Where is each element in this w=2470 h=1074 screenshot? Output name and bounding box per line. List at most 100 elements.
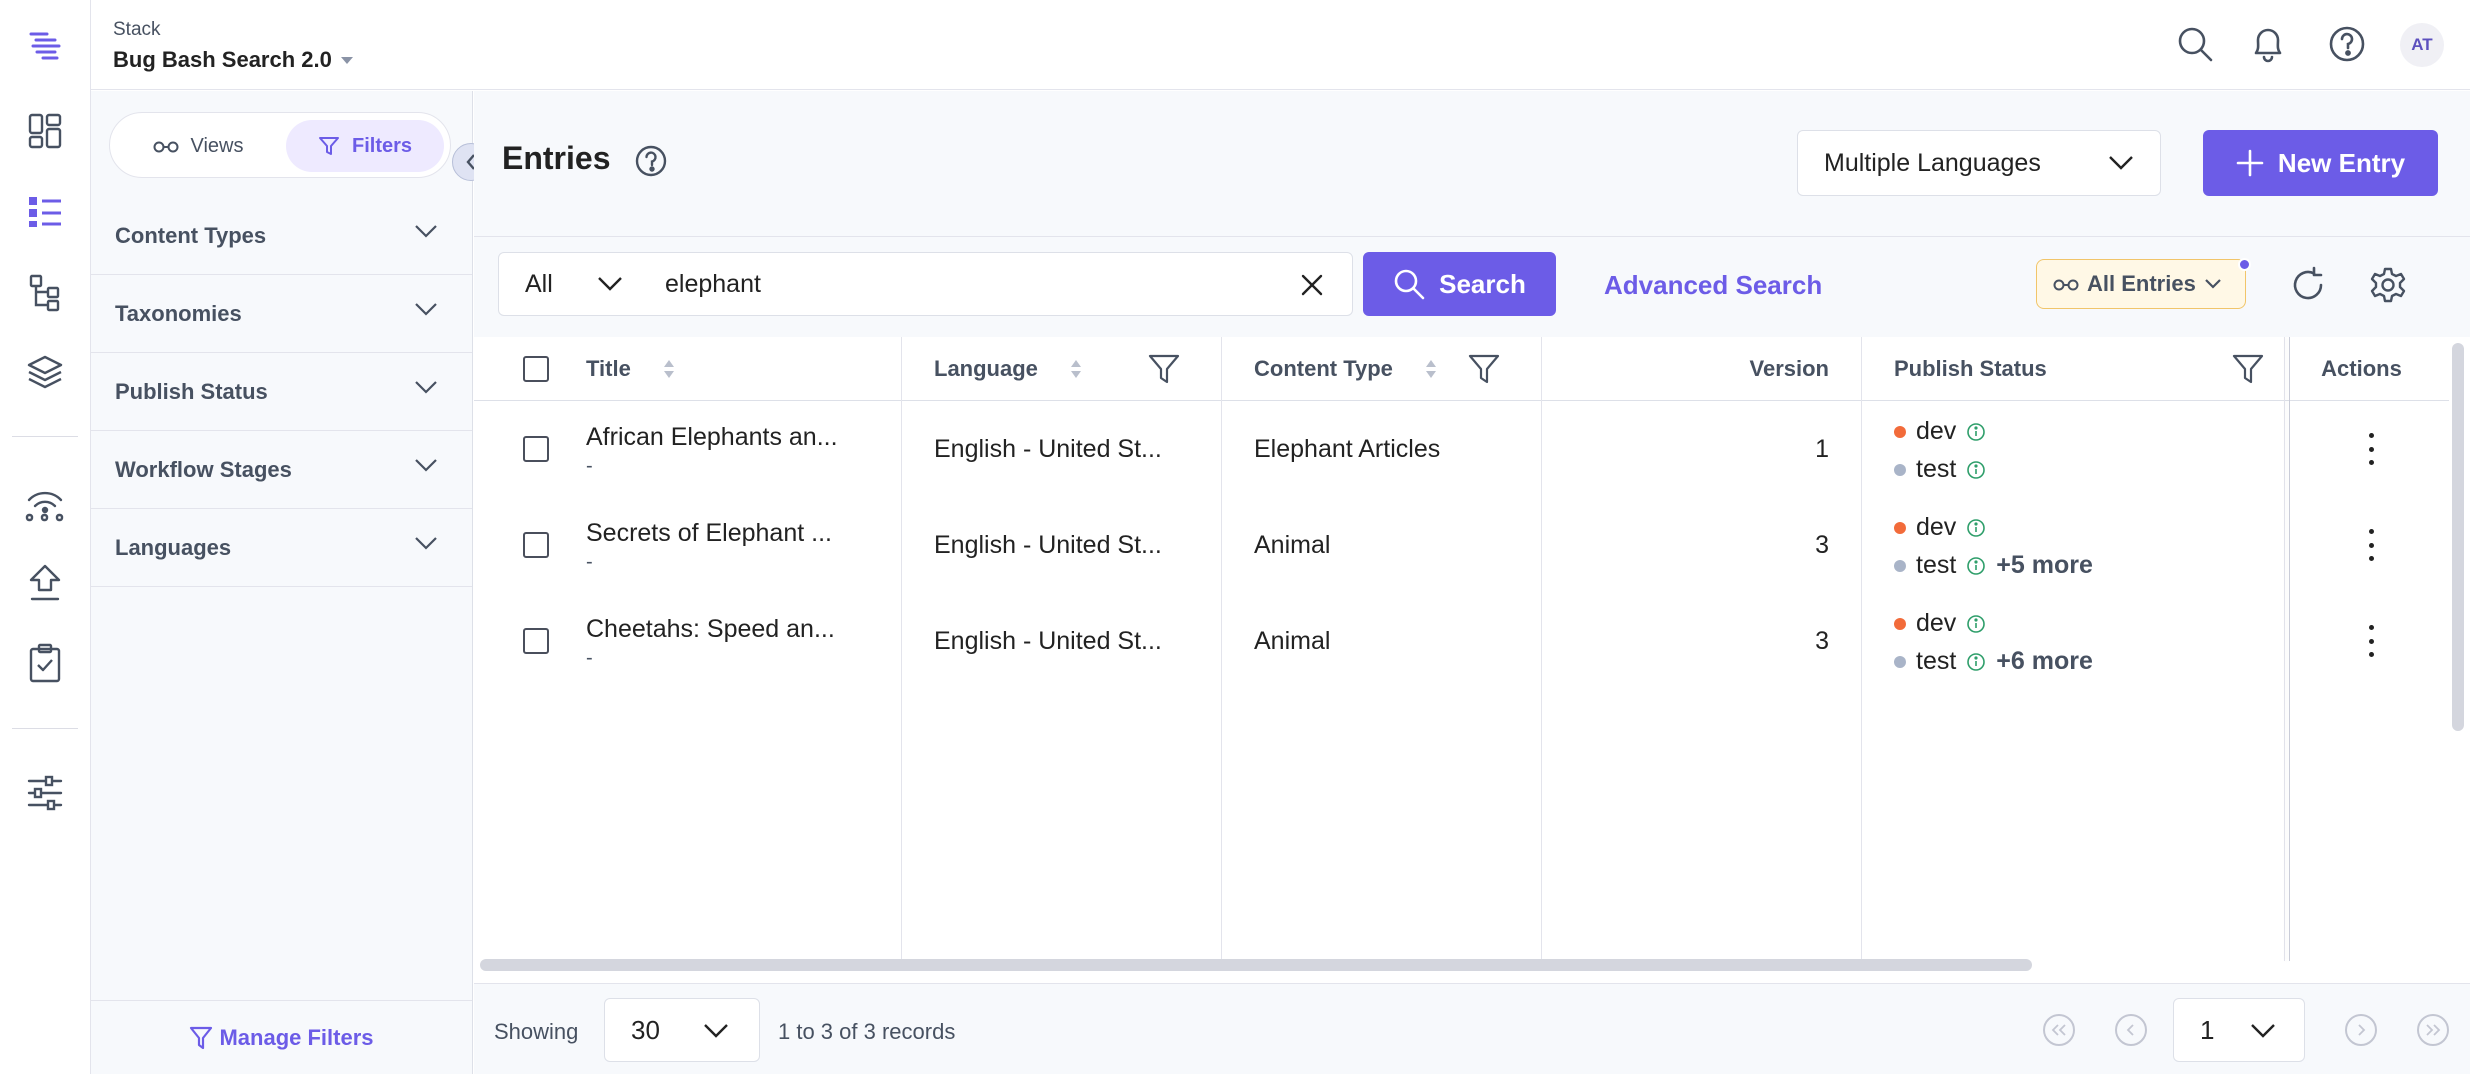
- publish-status-dev: dev: [1894, 417, 1986, 446]
- entry-title[interactable]: Secrets of Elephant ...: [586, 519, 832, 548]
- row-actions-kebab-icon[interactable]: [2361, 621, 2381, 661]
- refresh-icon[interactable]: [2289, 266, 2327, 304]
- more-environments-link[interactable]: +6 more: [1996, 647, 2093, 676]
- entry-version: 3: [1815, 627, 1829, 655]
- gear-icon[interactable]: [2369, 266, 2407, 304]
- filter-section-label: Workflow Stages: [115, 456, 292, 482]
- filter-section-workflow-stages[interactable]: Workflow Stages: [91, 431, 472, 509]
- notifications-bell-icon[interactable]: [2244, 20, 2292, 68]
- settings-sliders-icon[interactable]: [22, 770, 68, 816]
- language-select-value: Multiple Languages: [1824, 148, 2041, 177]
- entry-content-type: Elephant Articles: [1254, 435, 1441, 463]
- filter-section-publish-status[interactable]: Publish Status: [91, 353, 472, 431]
- row-checkbox[interactable]: [523, 628, 549, 654]
- column-header-version[interactable]: Version: [1574, 337, 1829, 401]
- views-filters-toggle: Views Filters: [109, 112, 451, 178]
- chevron-down-icon: [415, 303, 437, 316]
- new-entry-button[interactable]: New Entry: [2203, 130, 2438, 196]
- environment-name: dev: [1916, 609, 1957, 637]
- clear-search-icon[interactable]: [1298, 271, 1326, 299]
- language-filter-icon[interactable]: [1148, 337, 1180, 401]
- logo-icon[interactable]: [22, 22, 68, 68]
- column-header-title[interactable]: Title: [586, 337, 675, 401]
- entry-subtitle: -: [586, 551, 593, 573]
- user-avatar[interactable]: AT: [2400, 23, 2444, 67]
- filters-tab[interactable]: Filters: [286, 120, 444, 172]
- vertical-scrollbar[interactable]: [2452, 343, 2464, 731]
- page-size-select[interactable]: 30: [604, 998, 760, 1062]
- more-environments-link[interactable]: +5 more: [1996, 551, 2093, 580]
- search-icon[interactable]: [2171, 20, 2219, 68]
- row-checkbox[interactable]: [523, 436, 549, 462]
- filter-section-languages[interactable]: Languages: [91, 509, 472, 587]
- table-row[interactable]: Cheetahs: Speed an... - English - United…: [474, 593, 2449, 689]
- entry-title[interactable]: Cheetahs: Speed an...: [586, 615, 835, 644]
- info-icon[interactable]: [1966, 556, 1986, 576]
- deploy-icon[interactable]: [22, 560, 68, 606]
- row-actions-kebab-icon[interactable]: [2361, 525, 2381, 565]
- info-icon[interactable]: [1966, 422, 1986, 442]
- search-scope-select[interactable]: All: [498, 252, 652, 316]
- environment-name: dev: [1916, 417, 1957, 445]
- environment-name: test: [1916, 647, 1957, 675]
- help-icon[interactable]: [634, 144, 668, 178]
- page-number-select[interactable]: 1: [2173, 998, 2305, 1062]
- column-header-label: Content Type: [1254, 356, 1393, 381]
- row-actions-kebab-icon[interactable]: [2361, 429, 2381, 469]
- page-size-value: 30: [631, 1014, 660, 1045]
- first-page-icon[interactable]: [2043, 1014, 2075, 1046]
- horizontal-scrollbar[interactable]: [480, 959, 2032, 971]
- help-icon[interactable]: [2323, 20, 2371, 68]
- column-header-content-type[interactable]: Content Type: [1254, 337, 1437, 401]
- tasks-icon[interactable]: [22, 640, 68, 686]
- search-icon: [1394, 269, 1425, 300]
- info-icon[interactable]: [1966, 614, 1986, 634]
- status-dot: [1894, 559, 1906, 572]
- language-select[interactable]: Multiple Languages: [1797, 130, 2161, 196]
- filter-funnel-icon: [318, 137, 339, 155]
- releases-icon[interactable]: [22, 480, 68, 526]
- manage-filters-label: Manage Filters: [219, 1024, 374, 1050]
- advanced-search-link[interactable]: Advanced Search: [1604, 270, 1822, 301]
- column-header-publish-status[interactable]: Publish Status: [1894, 337, 2047, 401]
- filter-section-content-types[interactable]: Content Types: [91, 197, 472, 275]
- entries-icon[interactable]: [22, 189, 68, 235]
- dashboard-icon[interactable]: [22, 108, 68, 154]
- chevron-down-icon: [2251, 1024, 2275, 1038]
- entry-title[interactable]: African Elephants an...: [586, 423, 838, 452]
- last-page-icon[interactable]: [2417, 1014, 2449, 1046]
- records-count: 1 to 3 of 3 records: [778, 1019, 956, 1044]
- info-icon[interactable]: [1966, 652, 1986, 672]
- chevron-down-icon: [2109, 156, 2133, 170]
- publish-status-dev: dev: [1894, 609, 1986, 638]
- saved-view-select[interactable]: All Entries: [2036, 259, 2246, 309]
- filter-funnel-icon: [190, 1026, 213, 1049]
- select-all-checkbox[interactable]: [523, 356, 549, 382]
- filter-section-taxonomies[interactable]: Taxonomies: [91, 275, 472, 353]
- status-dot: [1894, 463, 1906, 476]
- publish-status-filter-icon[interactable]: [2232, 337, 2264, 401]
- previous-page-icon[interactable]: [2115, 1014, 2147, 1046]
- content-type-filter-icon[interactable]: [1468, 337, 1500, 401]
- stack-label: Stack: [113, 19, 161, 40]
- assets-icon[interactable]: [22, 350, 68, 396]
- plus-icon: [2236, 149, 2264, 177]
- stack-switcher[interactable]: Bug Bash Search 2.0: [113, 47, 354, 73]
- manage-filters-link[interactable]: Manage Filters: [91, 1000, 472, 1074]
- publish-status-test: test: [1894, 455, 1996, 484]
- search-input[interactable]: [651, 252, 1353, 316]
- views-tab[interactable]: Views: [118, 120, 278, 172]
- filter-section-label: Content Types: [115, 222, 267, 248]
- info-icon[interactable]: [1966, 460, 1986, 480]
- content-models-icon[interactable]: [22, 270, 68, 316]
- caret-down-icon: [340, 57, 353, 64]
- column-header-label: Version: [1749, 356, 1829, 381]
- row-checkbox[interactable]: [523, 532, 549, 558]
- next-page-icon[interactable]: [2345, 1014, 2377, 1046]
- table-row[interactable]: African Elephants an... - English - Unit…: [474, 401, 2449, 497]
- column-header-language[interactable]: Language: [934, 337, 1082, 401]
- chevron-down-icon: [598, 277, 622, 291]
- table-row[interactable]: Secrets of Elephant ... - English - Unit…: [474, 497, 2449, 593]
- search-button[interactable]: Search: [1363, 252, 1556, 316]
- info-icon[interactable]: [1966, 518, 1986, 538]
